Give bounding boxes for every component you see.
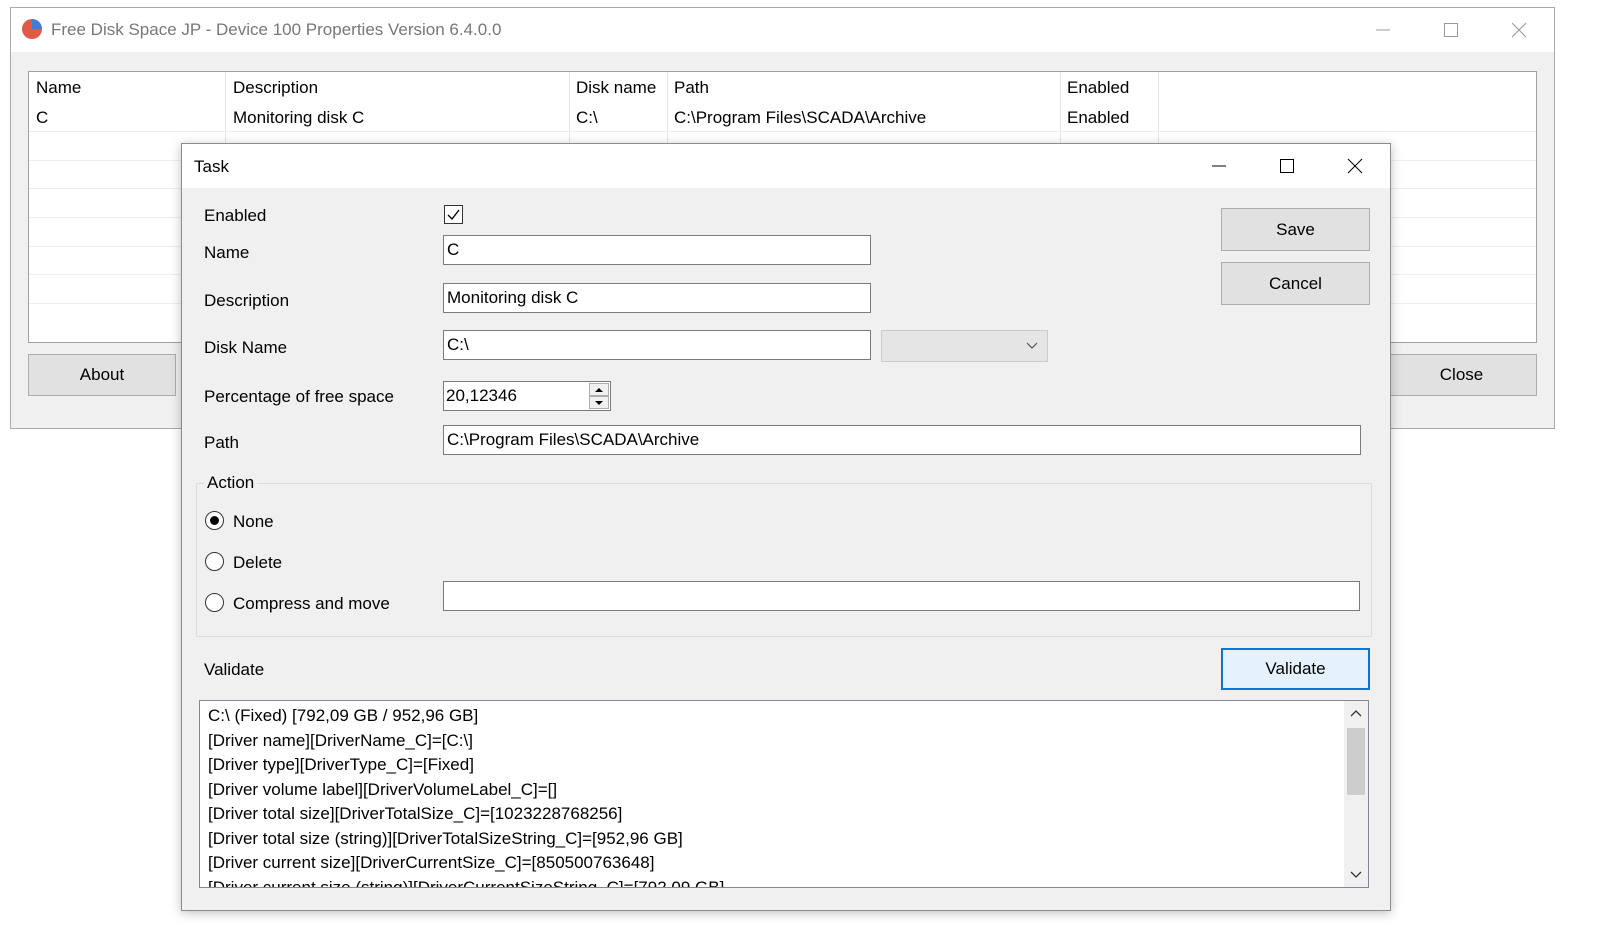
percentage-spinner[interactable]: 20,12346 bbox=[443, 381, 611, 411]
scroll-down-button[interactable] bbox=[1344, 863, 1368, 887]
cell-description[interactable]: Monitoring disk C bbox=[233, 108, 364, 128]
description-input[interactable]: Monitoring disk C bbox=[443, 283, 871, 313]
close-icon bbox=[1511, 22, 1527, 38]
name-input[interactable]: C bbox=[443, 235, 871, 265]
maximize-button[interactable] bbox=[1417, 8, 1485, 52]
dialog-maximize-button[interactable] bbox=[1253, 144, 1321, 188]
radio-none[interactable] bbox=[205, 511, 224, 530]
maximize-icon bbox=[1444, 23, 1458, 37]
path-label: Path bbox=[204, 433, 239, 452]
dialog-title: Task bbox=[194, 157, 229, 176]
radio-compress-and-move[interactable] bbox=[205, 593, 224, 612]
column-header-enabled[interactable]: Enabled bbox=[1067, 78, 1129, 104]
output-line: [Driver type][DriverType_C]=[Fixed] bbox=[208, 755, 474, 774]
output-line: C:\ (Fixed) [792,09 GB / 952,96 GB] bbox=[208, 706, 479, 725]
cell-enabled[interactable]: Enabled bbox=[1067, 108, 1129, 128]
window-title: Free Disk Space JP - Device 100 Properti… bbox=[51, 20, 502, 39]
caret-down-icon bbox=[595, 400, 603, 405]
radio-selected-dot bbox=[210, 516, 219, 525]
column-header-path[interactable]: Path bbox=[674, 78, 709, 104]
close-window-button[interactable] bbox=[1485, 8, 1553, 52]
dialog-close-button[interactable] bbox=[1321, 144, 1389, 188]
validate-button[interactable]: Validate bbox=[1221, 648, 1370, 690]
radio-none-label[interactable]: None bbox=[233, 512, 274, 532]
close-icon bbox=[1347, 158, 1363, 174]
output-line: [Driver current size (string)][DriverCur… bbox=[208, 877, 725, 888]
scroll-up-button[interactable] bbox=[1344, 701, 1368, 725]
disk-name-label: Disk Name bbox=[204, 338, 288, 357]
vertical-scrollbar[interactable] bbox=[1344, 701, 1368, 887]
enabled-label: Enabled bbox=[204, 206, 267, 225]
cell-disk-name[interactable]: C:\ bbox=[576, 108, 598, 128]
main-title-bar[interactable]: Free Disk Space JP - Device 100 Properti… bbox=[11, 8, 1554, 52]
scroll-thumb[interactable] bbox=[1347, 728, 1365, 795]
compress-target-input[interactable] bbox=[443, 581, 1360, 611]
cancel-button[interactable]: Cancel bbox=[1221, 262, 1370, 305]
percentage-label: Percentage of free space bbox=[204, 387, 394, 406]
dialog-minimize-button[interactable] bbox=[1185, 144, 1253, 188]
disk-select-dropdown[interactable] bbox=[881, 330, 1048, 362]
minimize-icon bbox=[1212, 165, 1226, 167]
output-line: [Driver name][DriverName_C]=[C:\] bbox=[208, 730, 473, 750]
column-header-disk-name[interactable]: Disk name bbox=[576, 78, 656, 104]
column-header-name[interactable]: Name bbox=[36, 78, 81, 104]
radio-delete[interactable] bbox=[205, 552, 224, 571]
action-group-label: Action bbox=[204, 473, 258, 493]
output-line: [Driver current size][DriverCurrentSize_… bbox=[208, 853, 655, 872]
column-header-description[interactable]: Description bbox=[233, 78, 318, 104]
minimize-button[interactable] bbox=[1349, 8, 1417, 52]
row-divider bbox=[29, 131, 1536, 132]
maximize-icon bbox=[1280, 159, 1294, 173]
chevron-down-icon bbox=[1350, 871, 1362, 878]
spin-up-button[interactable] bbox=[589, 383, 609, 396]
minimize-icon bbox=[1376, 29, 1390, 31]
radio-delete-label[interactable]: Delete bbox=[233, 553, 282, 573]
validate-label: Validate bbox=[204, 660, 265, 679]
cell-path[interactable]: C:\Program Files\SCADA\Archive bbox=[674, 108, 926, 128]
description-label: Description bbox=[204, 291, 290, 310]
close-button[interactable]: Close bbox=[1386, 354, 1537, 396]
disk-name-input[interactable]: C:\ bbox=[443, 330, 871, 360]
caret-up-icon bbox=[595, 387, 603, 392]
checkmark-icon bbox=[447, 209, 460, 221]
chevron-up-icon bbox=[1350, 710, 1362, 717]
pie-chart-icon bbox=[21, 18, 43, 40]
radio-compress-and-move-label[interactable]: Compress and move bbox=[233, 594, 390, 614]
chevron-down-icon bbox=[1026, 342, 1038, 349]
percentage-value[interactable]: 20,12346 bbox=[446, 386, 517, 406]
output-line: [Driver volume label][DriverVolumeLabel_… bbox=[208, 779, 558, 799]
path-input[interactable]: C:\Program Files\SCADA\Archive bbox=[443, 425, 1361, 455]
name-label: Name bbox=[204, 243, 250, 262]
spin-down-button[interactable] bbox=[589, 396, 609, 409]
validate-output-lines: C:\ (Fixed) [792,09 GB / 952,96 GB] [Dri… bbox=[208, 704, 1342, 888]
task-dialog: Task Enabled Name C Description Monitori… bbox=[181, 143, 1391, 911]
cell-name[interactable]: C bbox=[36, 108, 48, 128]
enabled-checkbox[interactable] bbox=[444, 205, 463, 224]
output-line: [Driver total size][DriverTotalSize_C]=[… bbox=[208, 804, 623, 823]
output-line: [Driver total size (string)][DriverTotal… bbox=[208, 828, 683, 848]
dialog-title-bar[interactable]: Task bbox=[182, 144, 1390, 188]
about-button[interactable]: About bbox=[28, 354, 176, 396]
save-button[interactable]: Save bbox=[1221, 208, 1370, 251]
validate-output-textarea[interactable]: C:\ (Fixed) [792,09 GB / 952,96 GB] [Dri… bbox=[199, 700, 1369, 888]
